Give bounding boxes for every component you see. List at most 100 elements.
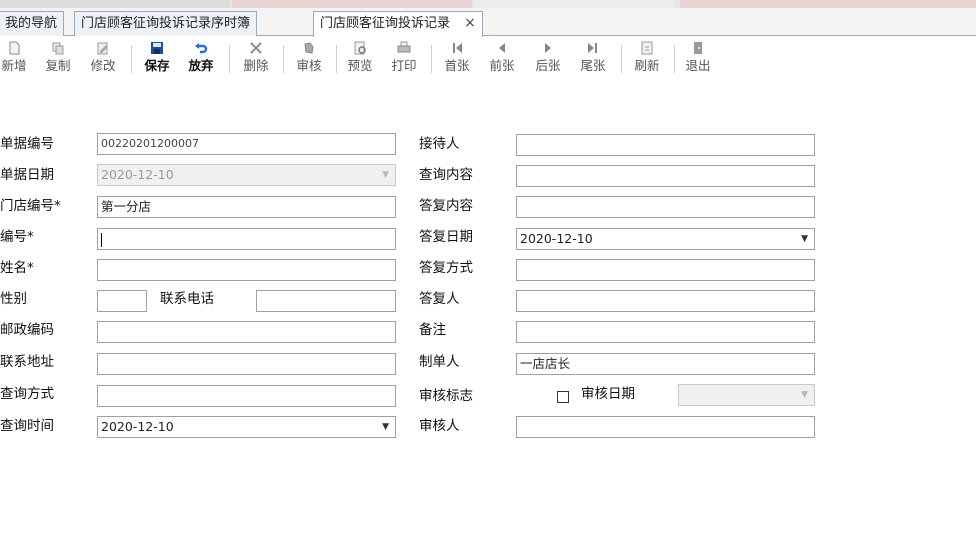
audit-date-select[interactable]: ▼	[678, 384, 815, 406]
top-strip-segment	[232, 0, 472, 8]
reply-content-label: 答复内容	[419, 198, 473, 214]
next-button[interactable]: 后张	[531, 41, 565, 74]
store-no-field[interactable]: 第一分店	[97, 196, 396, 218]
dropdown-arrow-icon: ▼	[801, 390, 808, 400]
audit-flag-checkbox[interactable]	[557, 391, 569, 403]
last-button-label: 尾张	[580, 58, 606, 73]
name-field[interactable]	[97, 259, 396, 281]
gender-field[interactable]	[97, 290, 147, 312]
remark-field[interactable]	[516, 321, 815, 343]
undo-icon	[195, 43, 208, 54]
query-method-field[interactable]	[97, 385, 396, 407]
maker-label: 制单人	[419, 354, 460, 370]
new-document-icon	[9, 41, 20, 55]
code-label: 编号*	[0, 229, 34, 245]
reply-method-field[interactable]	[516, 259, 815, 281]
tab-label: 门店顾客征询投诉记录	[320, 16, 451, 31]
reply-date-select[interactable]: 2020-12-10 ▼	[516, 228, 815, 250]
code-field[interactable]	[97, 228, 396, 250]
auditor-label: 审核人	[419, 418, 460, 434]
prev-button[interactable]: 前张	[485, 41, 519, 74]
replier-field[interactable]	[516, 290, 815, 312]
address-label: 联系地址	[0, 354, 54, 370]
name-label: 姓名*	[0, 260, 34, 276]
printer-icon	[397, 41, 411, 53]
copy-icon	[52, 42, 64, 55]
top-strip-segment	[474, 0, 674, 8]
doc-no-label: 单据编号	[0, 136, 54, 152]
toolbar-separator	[131, 45, 132, 73]
discard-button[interactable]: 放弃	[184, 41, 218, 74]
toolbar-separator	[621, 45, 622, 73]
top-strip-segment	[0, 0, 230, 8]
audit-date-label: 审核日期	[581, 386, 635, 402]
refresh-button[interactable]: 刷新	[630, 41, 664, 74]
first-button[interactable]: 首张	[440, 41, 474, 74]
toolbar-separator	[431, 45, 432, 73]
query-content-field[interactable]	[516, 165, 815, 187]
tab-complaint-record[interactable]: 门店顾客征询投诉记录 ×	[313, 11, 483, 37]
address-field[interactable]	[97, 353, 396, 375]
exit-door-icon	[694, 42, 702, 54]
phone-field[interactable]	[256, 290, 396, 312]
last-button[interactable]: 尾张	[576, 41, 610, 74]
delete-button-label: 删除	[243, 58, 269, 73]
reply-method-label: 答复方式	[419, 260, 473, 276]
toolbar-separator	[336, 45, 337, 73]
gender-label: 性别	[0, 291, 27, 307]
toolbar: 新增 复制 修改 保存 放弃 删除 审核 预览 打印 首张 前张 后张 尾张 刷…	[0, 37, 976, 89]
last-record-icon	[588, 43, 597, 53]
audit-icon	[304, 42, 314, 54]
query-time-label: 查询时间	[0, 418, 54, 434]
edit-icon	[97, 42, 108, 55]
prev-button-label: 前张	[489, 58, 515, 73]
postcode-label: 邮政编码	[0, 322, 54, 338]
next-button-label: 后张	[535, 58, 561, 73]
audit-button[interactable]: 审核	[292, 41, 326, 74]
tab-close-icon[interactable]: ×	[464, 12, 476, 35]
save-icon	[151, 42, 163, 54]
receiver-field[interactable]	[516, 134, 815, 156]
refresh-button-label: 刷新	[634, 58, 660, 73]
doc-date-label: 单据日期	[0, 167, 54, 183]
tab-bar: 我的导航 门店顾客征询投诉记录序时簿 门店顾客征询投诉记录 ×	[0, 8, 976, 37]
preview-button[interactable]: 预览	[343, 41, 377, 74]
audit-flag-label: 审核标志	[419, 388, 473, 404]
copy-button-label: 复制	[45, 58, 71, 73]
query-method-label: 查询方式	[0, 386, 54, 402]
save-button[interactable]: 保存	[140, 41, 174, 74]
first-record-icon	[453, 43, 462, 53]
modify-button[interactable]: 修改	[86, 41, 120, 74]
reply-content-field[interactable]	[516, 196, 815, 218]
reply-date-value: 2020-12-10	[520, 231, 593, 246]
doc-no-field[interactable]: 00220201200007	[97, 133, 396, 155]
exit-button[interactable]: 退出	[681, 41, 715, 74]
tab-complaint-journal[interactable]: 门店顾客征询投诉记录序时簿	[74, 11, 258, 36]
tab-my-navigation[interactable]: 我的导航	[0, 11, 65, 36]
print-button-label: 打印	[391, 58, 417, 73]
store-no-label: 门店编号*	[0, 198, 61, 214]
dropdown-arrow-icon: ▼	[801, 234, 808, 244]
refresh-icon	[641, 41, 653, 55]
delete-icon	[250, 42, 262, 54]
audit-button-label: 审核	[296, 58, 322, 73]
replier-label: 答复人	[419, 291, 460, 307]
delete-button[interactable]: 删除	[239, 41, 273, 74]
preview-icon	[354, 41, 366, 55]
preview-button-label: 预览	[347, 58, 373, 73]
dropdown-arrow-icon: ▼	[382, 170, 389, 180]
postcode-field[interactable]	[97, 321, 396, 343]
modify-button-label: 修改	[90, 58, 116, 73]
discard-button-label: 放弃	[188, 58, 214, 73]
toolbar-separator	[283, 45, 284, 73]
query-time-select[interactable]: 2020-12-10 ▼	[97, 416, 396, 438]
doc-date-select[interactable]: 2020-12-10 ▼	[97, 164, 396, 186]
next-record-icon	[545, 43, 551, 53]
first-button-label: 首张	[444, 58, 470, 73]
query-time-value: 2020-12-10	[101, 419, 174, 434]
print-button[interactable]: 打印	[387, 41, 421, 74]
new-button[interactable]: 新增	[0, 41, 31, 74]
maker-field[interactable]: 一店店长	[516, 353, 815, 375]
auditor-field[interactable]	[516, 416, 815, 438]
copy-button[interactable]: 复制	[41, 41, 75, 74]
